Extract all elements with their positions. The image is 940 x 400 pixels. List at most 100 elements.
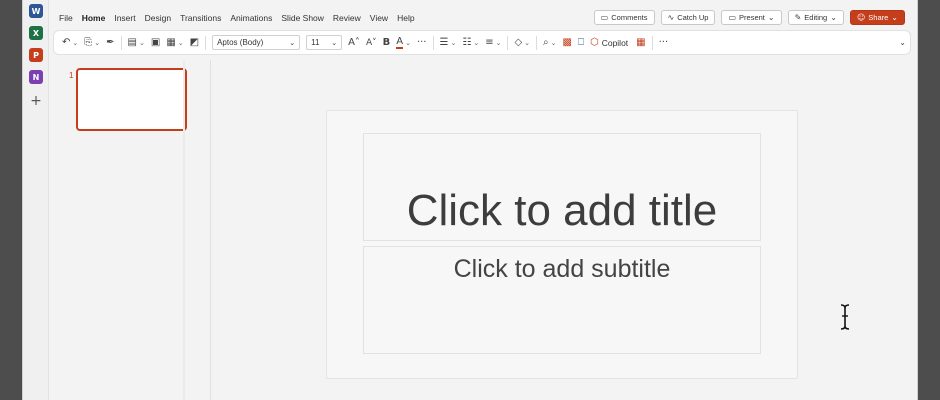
text-cursor-icon <box>840 304 850 330</box>
font-color-icon: A <box>396 35 404 49</box>
people-icon: ☺ <box>856 13 866 22</box>
editing-mode-button[interactable]: ✎ Editing ⌄ <box>787 10 844 25</box>
title-placeholder-text: Click to add title <box>406 186 718 235</box>
app-rail: W X P N + <box>23 0 49 400</box>
tab-transitions[interactable]: Transitions <box>180 13 221 23</box>
expand-ribbon-button[interactable]: ⌄ <box>899 38 906 47</box>
toolbar-divider <box>120 35 122 50</box>
reuse-slides-button[interactable]: ▣ <box>151 37 160 48</box>
word-app-icon[interactable]: W <box>29 4 43 18</box>
numbered-list-icon: ☷ <box>462 37 472 48</box>
comment-icon: ▭ <box>600 13 609 22</box>
chevron-down-icon: ⌄ <box>473 38 480 47</box>
slide-thumbnail[interactable] <box>76 68 187 131</box>
numbering-button[interactable]: ☷ ⌄ <box>462 37 479 48</box>
home-toolbar: ↶ ⌄ ⎘ ⌄ ✒ ▤ ⌄ ▣ ▦ ⌄ ◩ Aptos (Body) ⌄ 11 ⌄ A˄… <box>53 30 911 55</box>
share-label: Share <box>868 13 889 22</box>
grow-font-icon: A˄ <box>348 37 360 48</box>
bullets-button[interactable]: ☰ ⌄ <box>440 37 457 48</box>
catch-up-label: Catch Up <box>677 13 709 22</box>
catch-up-button[interactable]: ∿ Catch Up <box>660 10 716 25</box>
chevron-down-icon: ⌄ <box>72 38 79 47</box>
apps-button[interactable]: ▦ <box>636 37 645 48</box>
share-button[interactable]: ☺ Share ⌄ <box>849 10 905 25</box>
pencil-icon: ✎ <box>794 13 802 22</box>
search-icon: ⌕ <box>543 37 549 48</box>
more-options-button[interactable]: ··· <box>659 37 669 48</box>
chevron-down-icon: ⌄ <box>450 38 457 47</box>
bold-button[interactable]: B <box>383 37 391 48</box>
toolbar-divider <box>536 35 538 50</box>
add-ins-button[interactable]: ▩ <box>563 37 572 48</box>
chevron-down-icon: ⌄ <box>177 38 184 47</box>
dictate-button[interactable]: ⎕ <box>578 37 584 48</box>
pane-splitter[interactable] <box>183 60 185 400</box>
tab-slide-show[interactable]: Slide Show <box>281 13 324 23</box>
font-name-select[interactable]: Aptos (Body) ⌄ <box>212 35 301 50</box>
find-button[interactable]: ⌕ ⌄ <box>543 37 556 48</box>
designer-button[interactable]: ◩ <box>190 37 199 48</box>
screen-frame: W X P N + File Home Insert Design Transi… <box>0 0 940 400</box>
more-font-options-button[interactable]: ··· <box>417 37 427 48</box>
copilot-label: Copilot <box>601 37 629 48</box>
clipboard-icon: ⎘ <box>84 37 93 48</box>
copilot-button[interactable]: ⬡ Copilot <box>590 37 628 48</box>
chevron-down-icon: ⌄ <box>94 38 101 47</box>
tab-file[interactable]: File <box>59 13 73 23</box>
slide-canvas[interactable]: Click to add title Click to add subtitle <box>326 110 798 379</box>
tab-home[interactable]: Home <box>82 13 106 23</box>
layout-icon: ▦ <box>166 37 176 48</box>
comments-button[interactable]: ▭ Comments <box>593 10 655 25</box>
chevron-down-icon: ⌄ <box>891 13 898 22</box>
designer-icon: ◩ <box>189 37 200 48</box>
new-slide-button[interactable]: ▤ ⌄ <box>128 37 145 48</box>
layout-button[interactable]: ▦ ⌄ <box>166 37 183 48</box>
add-ins-icon: ▩ <box>562 37 572 48</box>
header-actions: ▭ Comments ∿ Catch Up ▭ Present ⌄ ✎ Edit… <box>593 10 905 25</box>
pulse-icon: ∿ <box>667 13 675 22</box>
tab-help[interactable]: Help <box>397 13 414 23</box>
chevron-down-icon: ⌄ <box>767 13 775 22</box>
copilot-icon: ⬡ <box>589 37 599 48</box>
format-painter-button[interactable]: ✒ <box>106 37 114 48</box>
title-placeholder[interactable]: Click to add title <box>363 133 761 241</box>
tab-animations[interactable]: Animations <box>230 13 272 23</box>
comments-label: Comments <box>611 13 648 22</box>
toolbar-divider <box>507 35 509 50</box>
tab-review[interactable]: Review <box>333 13 361 23</box>
bullet-list-icon: ☰ <box>439 37 449 48</box>
slide-thumbnail-pane: 1 <box>53 60 211 400</box>
toolbar-divider <box>651 35 653 50</box>
ribbon-tabs: File Home Insert Design Transitions Anim… <box>59 9 424 27</box>
chevron-down-icon: ⌄ <box>331 39 338 47</box>
shapes-icon: ◇ <box>514 37 523 48</box>
chevron-down-icon: ⌄ <box>495 38 502 47</box>
decrease-font-size-button[interactable]: A˅ <box>366 38 377 48</box>
align-icon: ≡ <box>485 37 494 48</box>
paste-button[interactable]: ⎘ ⌄ <box>84 37 100 48</box>
apps-grid-icon: ▦ <box>636 37 646 48</box>
chevron-down-icon: ⌄ <box>899 38 906 47</box>
chevron-down-icon: ⌄ <box>405 38 411 47</box>
onenote-app-icon[interactable]: N <box>29 70 43 84</box>
font-size-select[interactable]: 11 ⌄ <box>306 35 343 50</box>
shapes-button[interactable]: ◇ ⌄ <box>514 37 530 48</box>
powerpoint-app-icon[interactable]: P <box>29 48 43 62</box>
chevron-down-icon: ⌄ <box>830 13 837 22</box>
tab-insert[interactable]: Insert <box>114 13 135 23</box>
brush-icon: ✒ <box>106 37 115 48</box>
subtitle-placeholder[interactable]: Click to add subtitle <box>363 246 761 354</box>
toolbar-divider <box>432 35 434 50</box>
tab-design[interactable]: Design <box>145 13 171 23</box>
increase-font-size-button[interactable]: A˄ <box>348 37 360 48</box>
undo-icon: ↶ <box>62 37 71 48</box>
align-button[interactable]: ≡ ⌄ <box>485 37 501 48</box>
add-app-icon[interactable]: + <box>29 94 43 108</box>
font-color-button[interactable]: A ⌄ <box>396 35 411 49</box>
present-button[interactable]: ▭ Present ⌄ <box>721 10 782 25</box>
powerpoint-window: W X P N + File Home Insert Design Transi… <box>22 0 918 400</box>
excel-app-icon[interactable]: X <box>29 26 43 40</box>
subtitle-placeholder-text: Click to add subtitle <box>453 255 671 283</box>
tab-view[interactable]: View <box>370 13 388 23</box>
undo-button[interactable]: ↶ ⌄ <box>62 37 78 48</box>
